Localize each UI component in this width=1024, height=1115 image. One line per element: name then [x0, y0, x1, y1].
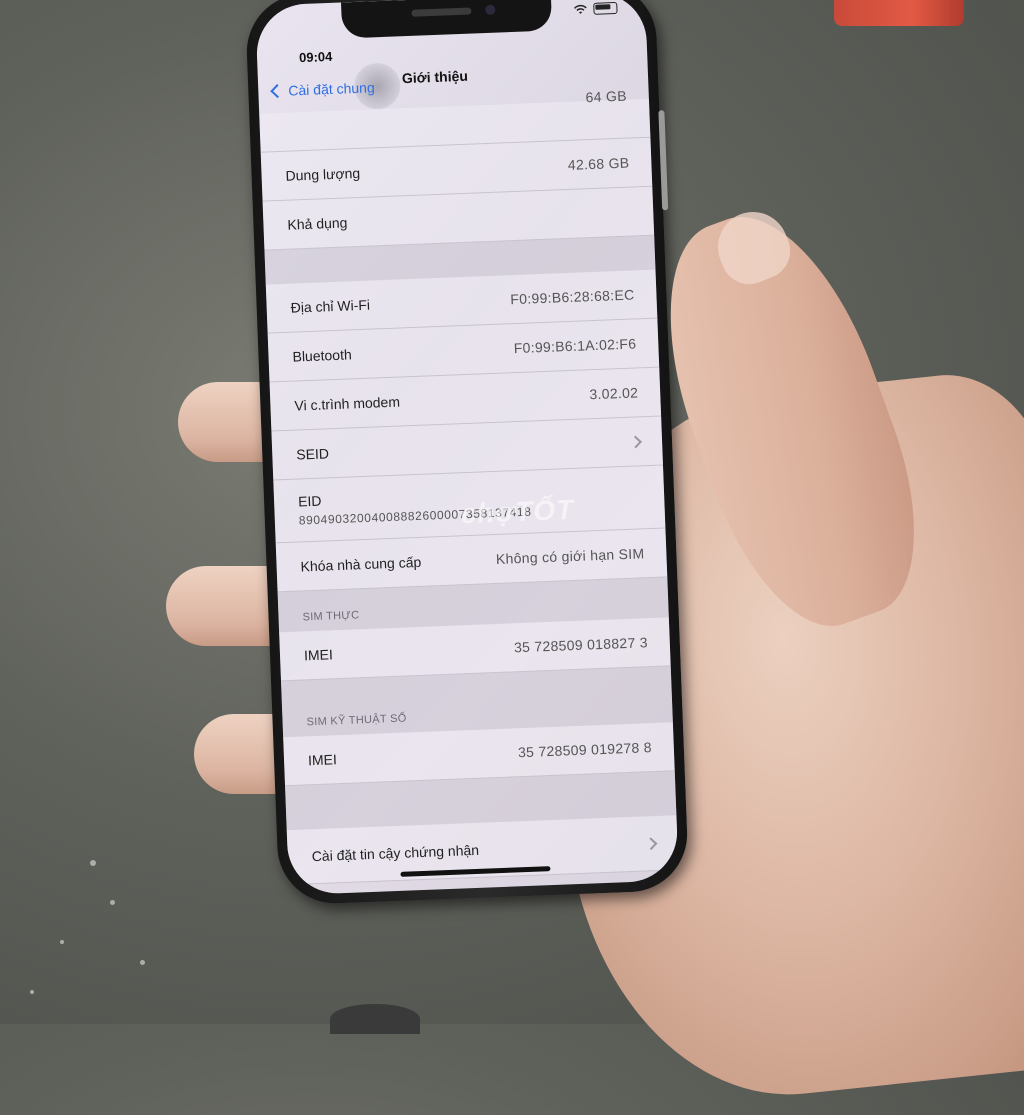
- row-value: 35 728509 019278 8: [517, 739, 653, 761]
- row-label: Địa chỉ Wi-Fi: [290, 296, 371, 316]
- row-label: Dung lượng: [285, 164, 361, 184]
- row-value: F0:99:B6:1A:02:F6: [513, 335, 637, 357]
- row-label: Bluetooth: [292, 346, 352, 365]
- row-value: 3.02.02: [589, 384, 639, 403]
- status-time: 09:04: [298, 48, 333, 66]
- watermark: chợTỐT: [460, 493, 575, 530]
- phone: 09:04 Cài đặt chung Giới thiệu 64 GB Dun…: [244, 0, 690, 906]
- row-value: 35 728509 018827 3: [513, 634, 649, 656]
- row-label: IMEI: [303, 646, 334, 664]
- battery-icon: [593, 1, 618, 15]
- row-label: SEID: [296, 445, 330, 463]
- page-title: Giới thiệu: [401, 67, 469, 87]
- row-label: Khả dụng: [287, 214, 348, 233]
- row-value: 64 GB: [585, 87, 628, 106]
- phone-screen: 09:04 Cài đặt chung Giới thiệu 64 GB Dun…: [255, 0, 679, 896]
- row-label: Khóa nhà cung cấp: [300, 553, 422, 575]
- eid-label: EID: [297, 492, 322, 510]
- chevron-left-icon: [270, 83, 285, 99]
- row-label: Cài đặt tin cậy chứng nhận: [311, 841, 480, 865]
- camera-icon: [485, 4, 496, 15]
- row-value: F0:99:B6:28:68:EC: [510, 286, 635, 308]
- notch: [340, 0, 553, 39]
- back-button-label: Cài đặt chung: [288, 79, 375, 99]
- row-value: 42.68 GB: [567, 154, 630, 173]
- status-icons: [573, 1, 618, 16]
- settings-list: 64 GB Dung lượng 42.68 GB Khả dụng Địa c…: [259, 88, 679, 886]
- speaker-grille: [411, 7, 472, 17]
- row-label: Vi c.trình modem: [294, 393, 401, 414]
- side-button: [658, 110, 669, 211]
- row-label: [284, 120, 587, 132]
- row-value: Không có giới hạn SIM: [495, 545, 645, 567]
- row-label: IMEI: [307, 751, 338, 769]
- wifi-icon: [574, 4, 587, 14]
